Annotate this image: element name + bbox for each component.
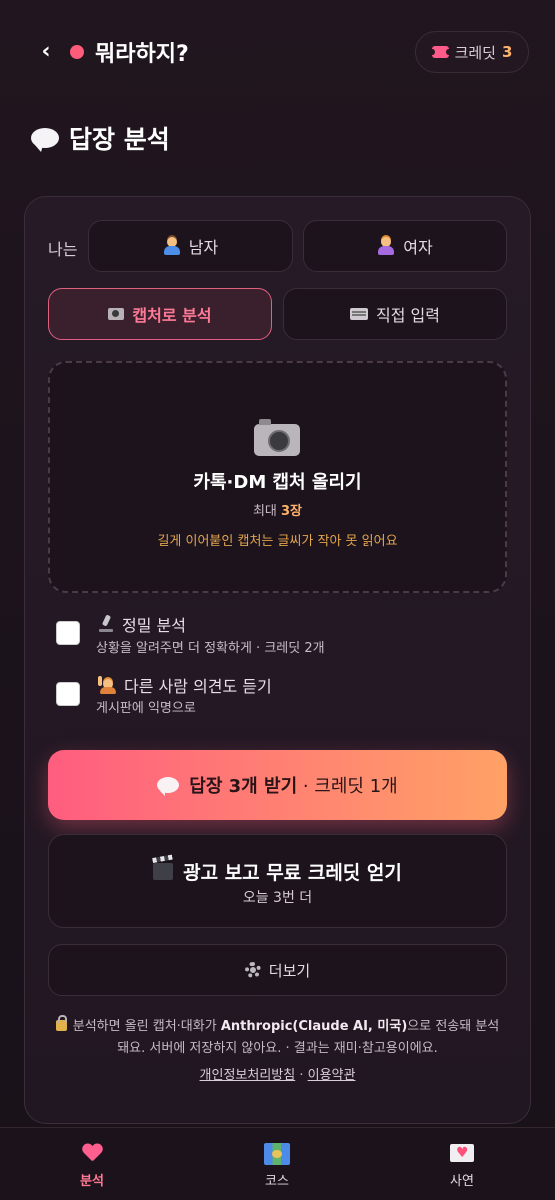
tab-manual-input[interactable]: 직접 입력	[283, 288, 507, 340]
precise-analysis-title: 정밀 분석	[98, 612, 186, 636]
others-opinion-checkbox[interactable]	[56, 682, 80, 706]
gender-female-label: 여자	[403, 238, 433, 257]
ticket-icon	[429, 46, 451, 58]
precise-analysis-checkbox[interactable]	[56, 621, 80, 645]
tab-capture-label: 캡처로 분석	[132, 306, 212, 325]
upload-warning: 길게 이어붙인 캡처는 글씨가 작아 못 읽어요	[157, 534, 398, 549]
upload-max-prefix: 최대	[252, 504, 282, 519]
upload-title: 카톡·DM 캡처 올리기	[193, 472, 362, 493]
speech-bubble-icon	[31, 128, 59, 152]
app-header: ‹ 뭐라하지? 크레딧 3	[0, 0, 555, 105]
gender-female-button[interactable]: 여자	[303, 220, 507, 272]
credit-count: 3	[501, 43, 513, 61]
others-opinion-subtitle: 게시판에 익명으로	[96, 701, 196, 716]
tab-story-label: 사연	[450, 1174, 474, 1189]
back-button[interactable]: ‹	[34, 38, 58, 66]
tab-analyze[interactable]: 분석	[52, 1140, 132, 1189]
credit-label: 크레딧	[454, 43, 496, 62]
upload-max-count: 최대 3장	[48, 500, 507, 519]
privacy-notice: 분석하면 올린 캡처·대화가 Anthropic(Claude AI, 미국)으…	[52, 1015, 503, 1060]
heart-icon	[82, 1144, 102, 1162]
terms-link[interactable]: 이용약관	[308, 1068, 356, 1083]
cta-credit-label: · 크레딧 1개	[297, 776, 398, 797]
tab-capture-analysis[interactable]: 캡처로 분석	[48, 288, 272, 340]
watch-ad-title: 광고 보고 무료 크레딧 얻기	[48, 858, 507, 885]
cta-main-label: 답장 3개 받기	[189, 776, 298, 797]
keyboard-icon	[350, 308, 369, 320]
woman-raising-hand-icon	[377, 237, 395, 255]
upload-max-value: 3장	[281, 504, 303, 519]
raising-hand-icon	[98, 676, 116, 694]
brand-dot	[70, 45, 84, 59]
page-title-text: 답장 분석	[69, 125, 170, 154]
map-icon	[264, 1143, 290, 1165]
tab-course-label: 코스	[265, 1174, 289, 1189]
legal-separator: ·	[295, 1068, 308, 1083]
more-label: 더보기	[268, 961, 311, 980]
speech-bubble-icon	[157, 777, 180, 796]
privacy-policy-link[interactable]: 개인정보처리방침	[200, 1068, 296, 1083]
credit-badge[interactable]: 크레딧 3	[415, 31, 529, 73]
gender-male-label: 남자	[188, 238, 219, 257]
love-letter-icon	[450, 1144, 474, 1162]
clapper-board-icon	[153, 863, 174, 880]
gear-icon	[244, 962, 261, 978]
precise-analysis-label: 정밀 분석	[122, 616, 186, 635]
camera-icon	[108, 308, 125, 320]
tab-course[interactable]: 코스	[237, 1140, 317, 1189]
watch-ad-label: 광고 보고 무료 크레딧 얻기	[183, 862, 402, 884]
notice-provider: Anthropic(Claude AI, 미국)	[220, 1019, 408, 1034]
others-opinion-title: 다른 사람 의견도 듣기	[98, 673, 272, 697]
precise-analysis-subtitle: 상황을 알려주면 더 정확하게 · 크레딧 2개	[96, 641, 325, 656]
tab-manual-label: 직접 입력	[376, 306, 440, 325]
camera-icon	[254, 419, 300, 456]
more-button[interactable]: 더보기	[48, 944, 507, 996]
notice-prefix: 분석하면 올린 캡처·대화가	[72, 1019, 221, 1034]
tab-story[interactable]: 사연	[422, 1140, 502, 1189]
lock-icon	[55, 1015, 67, 1031]
gender-label: 나는	[48, 240, 78, 259]
others-opinion-label: 다른 사람 의견도 듣기	[124, 677, 272, 696]
microscope-icon	[98, 615, 114, 633]
app-title: 뭐라하지?	[95, 42, 189, 67]
legal-links: 개인정보처리방침 · 이용약관	[52, 1064, 503, 1083]
get-replies-button[interactable]: 답장 3개 받기 · 크레딧 1개	[48, 750, 507, 820]
gender-male-button[interactable]: 남자	[88, 220, 293, 272]
tab-analyze-label: 분석	[80, 1174, 104, 1189]
page-title: 답장 분석	[31, 120, 170, 156]
watch-ad-subtitle: 오늘 3번 더	[242, 890, 313, 906]
man-raising-hand-icon	[163, 237, 181, 255]
